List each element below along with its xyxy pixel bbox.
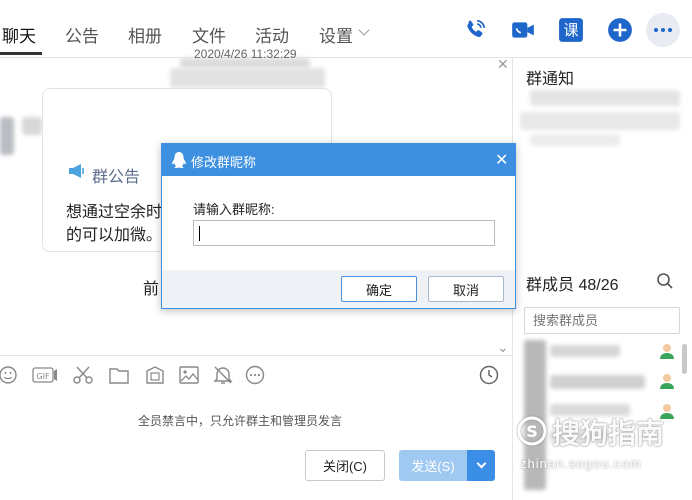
announcement-text-line1: 想通过空余时 (66, 204, 163, 221)
member-role-icon (658, 372, 676, 390)
svg-text:S: S (526, 422, 538, 441)
nickname-prompt: 请输入群昵称: (193, 202, 275, 217)
chevron-down-icon[interactable] (358, 24, 370, 36)
tab-settings[interactable]: 设置 (319, 22, 353, 47)
tab-album[interactable]: 相册 (128, 22, 162, 47)
megaphone-icon (69, 164, 84, 178)
nickname-input[interactable] (193, 220, 495, 246)
gif-icon[interactable]: GIF (32, 364, 58, 386)
blurred-notice (530, 90, 680, 106)
scissors-icon[interactable] (72, 364, 94, 386)
send-button[interactable]: 发送(S) (399, 450, 467, 481)
send-options-dropdown[interactable] (467, 450, 495, 481)
blurred-member-name (550, 375, 645, 389)
image-icon[interactable] (178, 364, 200, 386)
announcement-text-line2: 的可以加微。 (66, 227, 163, 244)
qq-penguin-icon (172, 152, 186, 169)
close-icon[interactable]: ✕ (497, 56, 509, 73)
group-notice-title: 群通知 (526, 71, 575, 88)
active-tab-indicator (0, 52, 42, 55)
blurred-member-name (550, 345, 620, 357)
cancel-button[interactable]: 取消 (428, 276, 504, 302)
bell-off-icon[interactable] (212, 364, 234, 386)
text-caret (199, 226, 200, 241)
svg-text:课: 课 (563, 21, 578, 39)
dialog-footer: 确定 取消 (162, 270, 515, 308)
tab-chat[interactable]: 聊天 (2, 22, 36, 47)
top-nav: 聊天 公告 相册 文件 活动 设置 课 (0, 0, 692, 58)
rename-nickname-dialog: 修改群昵称 ✕ 请输入群昵称: 确定 取消 (161, 143, 516, 309)
blurred-name (22, 117, 42, 135)
member-search-input[interactable] (524, 307, 680, 334)
confirm-button[interactable]: 确定 (341, 276, 417, 302)
search-icon[interactable] (656, 272, 674, 290)
image-gallery-icon[interactable] (144, 364, 166, 386)
blurred-notice (530, 134, 620, 146)
close-button[interactable]: 关闭(C) (305, 450, 385, 481)
watermark-brand: 搜狗指南 (552, 418, 665, 449)
avatar (0, 117, 14, 155)
more-icon[interactable] (646, 13, 680, 47)
muted-notice: 全员禁言中，只允许群主和管理员发言 (138, 414, 343, 428)
blurred-notice (520, 112, 680, 130)
dialog-title: 修改群昵称 (191, 155, 257, 170)
collapse-icon[interactable]: ⌄ (497, 339, 509, 356)
watermark-url: zhinan.sogou.com (520, 456, 642, 471)
group-members-title: 群成员 48/26 (526, 277, 619, 294)
tab-activities[interactable]: 活动 (255, 22, 289, 47)
emoji-icon[interactable] (0, 364, 22, 386)
more-circle-icon[interactable] (244, 364, 266, 386)
phone-icon[interactable] (461, 16, 489, 44)
class-icon[interactable]: 课 (557, 16, 585, 44)
video-call-icon[interactable] (509, 16, 537, 44)
folder-icon[interactable] (108, 364, 130, 386)
close-icon[interactable]: ✕ (495, 150, 508, 170)
sogou-logo-icon: S (517, 416, 547, 446)
svg-text:GIF: GIF (36, 372, 50, 381)
member-role-icon (658, 342, 676, 360)
announcement-more-link[interactable]: 前 (143, 275, 159, 299)
message-timestamp: 2020/4/26 11:32:29 (194, 47, 297, 61)
tab-announcements[interactable]: 公告 (65, 22, 99, 47)
dialog-header[interactable]: 修改群昵称 ✕ (162, 144, 515, 176)
announcement-title: 群公告 (92, 169, 141, 186)
history-icon[interactable] (478, 364, 500, 386)
tab-files[interactable]: 文件 (192, 22, 226, 47)
blurred-message (170, 68, 325, 88)
add-circle-icon[interactable] (606, 16, 634, 44)
member-list-scrollbar[interactable] (682, 344, 687, 374)
